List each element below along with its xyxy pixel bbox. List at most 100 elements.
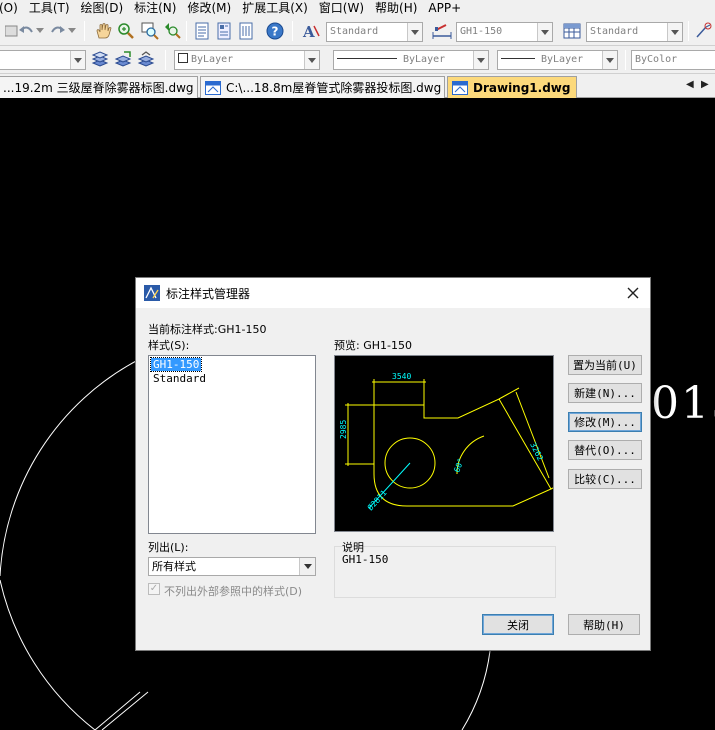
undo-icon[interactable] <box>16 21 36 41</box>
help-button[interactable]: 帮助(H) <box>568 614 640 635</box>
exclude-xref-styles-label: 不列出外部参照中的样式(D) <box>164 585 303 598</box>
design-center-icon[interactable] <box>214 21 234 41</box>
layer-properties-icon[interactable] <box>90 50 110 70</box>
dim-style-icon[interactable] <box>432 21 452 41</box>
preview-dim-angle: 60° <box>452 457 465 474</box>
chevron-down-icon <box>70 51 85 69</box>
menu-item-window[interactable]: 窗口(W) <box>315 0 368 17</box>
multileader-style-icon[interactable] <box>693 21 713 41</box>
menu-item-extension-tools[interactable]: 扩展工具(X) <box>238 0 312 17</box>
dimension-style-manager-dialog: 标注样式管理器 当前标注样式:GH1-150 样式(S): GH1-150 St… <box>135 277 651 651</box>
dim-style-value: GH1-150 <box>460 26 503 37</box>
layer-select[interactable] <box>0 50 86 70</box>
set-current-button[interactable]: 置为当前(U) <box>568 355 642 375</box>
list-filter-label: 列出(L): <box>148 541 189 554</box>
lineweight-preview-icon <box>501 58 535 59</box>
linetype-control-value: ByLayer <box>403 54 446 65</box>
layer-state-icon[interactable] <box>113 50 133 70</box>
tool-palettes-icon[interactable] <box>236 21 256 41</box>
linetype-preview-icon <box>337 58 397 59</box>
canvas-text-fragment: 015 <box>651 378 715 429</box>
preview-drawing: 3540 2985 3262 60° Ø2811 <box>339 372 572 512</box>
lineweight-control-select[interactable]: ByLayer <box>497 50 618 70</box>
dim-style-select[interactable]: GH1-150 <box>456 22 553 42</box>
dim-style-app-icon <box>144 285 160 301</box>
tab-scroll-left-icon[interactable]: ◀ <box>686 79 694 90</box>
help-icon[interactable]: ? <box>264 20 286 42</box>
toolbar-separator <box>688 21 689 41</box>
menu-item-help[interactable]: 帮助(H) <box>371 0 421 17</box>
tab-file-2[interactable]: C:\...18.8m屋脊管式除雾器投标图.dwg <box>200 76 445 98</box>
layer-previous-icon[interactable] <box>136 50 156 70</box>
preview-label: 预览: GH1-150 <box>334 339 412 352</box>
plot-style-select[interactable]: ByColor <box>631 50 715 70</box>
redo-icon[interactable] <box>48 21 68 41</box>
zoom-realtime-icon[interactable] <box>116 21 136 41</box>
properties-icon[interactable] <box>192 21 212 41</box>
chevron-down-icon <box>407 23 422 41</box>
table-style-icon[interactable] <box>562 21 582 41</box>
table-style-select[interactable]: Standard <box>586 22 683 42</box>
color-control-value: ByLayer <box>191 54 234 65</box>
list-filter-select[interactable]: 所有样式 <box>148 557 316 576</box>
zoom-previous-icon[interactable] <box>163 21 183 41</box>
svg-text:?: ? <box>272 25 279 39</box>
chevron-down-icon <box>667 23 682 41</box>
current-style-label: 当前标注样式:GH1-150 <box>148 323 267 336</box>
dialog-title-bar[interactable]: 标注样式管理器 <box>136 278 650 308</box>
close-icon[interactable] <box>624 284 642 302</box>
toolbar-separator <box>165 50 166 70</box>
redo-dropdown-icon[interactable] <box>67 21 77 41</box>
dwg-file-icon <box>452 80 468 95</box>
modify-button[interactable]: 修改(M)... <box>568 412 642 432</box>
chevron-down-icon <box>299 558 315 575</box>
layers-toolbar: ByLayer ByLayer ByLayer ByColor <box>0 46 715 74</box>
styles-list[interactable]: GH1-150 Standard <box>148 355 316 534</box>
color-control-select[interactable]: ByLayer <box>174 50 320 70</box>
tab-file-3-active[interactable]: Drawing1.dwg <box>447 76 577 98</box>
text-style-select[interactable]: Standard <box>326 22 423 42</box>
color-swatch-icon <box>178 53 188 63</box>
toolbar-separator <box>186 21 187 41</box>
dwg-file-icon <box>205 80 221 95</box>
list-filter-value: 所有样式 <box>152 560 196 573</box>
list-item-gh1-150[interactable]: GH1-150 <box>149 357 203 372</box>
text-style-icon[interactable]: A <box>301 21 321 41</box>
menu-item-draw[interactable]: 绘图(D) <box>77 0 128 17</box>
override-button[interactable]: 替代(O)... <box>568 440 642 460</box>
chevron-down-icon <box>304 51 319 69</box>
zoom-window-icon[interactable] <box>140 21 160 41</box>
pan-hand-icon[interactable] <box>93 21 113 41</box>
close-button[interactable]: 关闭 <box>482 614 554 635</box>
tab-file-1[interactable]: ...19.2m 三级屋脊除雾器标图.dwg <box>0 76 198 98</box>
svg-text:A: A <box>302 23 315 40</box>
preview-dim-top: 3540 <box>392 372 411 381</box>
compare-button[interactable]: 比较(C)... <box>568 469 642 489</box>
linetype-control-select[interactable]: ByLayer <box>333 50 489 70</box>
style-preview-pane: 3540 2985 3262 60° Ø2811 <box>334 355 572 532</box>
exclude-xref-styles-checkbox[interactable]: ✓ <box>148 583 160 595</box>
tab-scroll-right-icon[interactable]: ▶ <box>701 79 709 90</box>
chevron-down-icon <box>602 51 617 69</box>
menu-item-app-plus[interactable]: APP+ <box>424 0 465 17</box>
menu-item-modify[interactable]: 修改(M) <box>183 0 235 17</box>
tab-label: Drawing1.dwg <box>473 80 571 95</box>
new-button[interactable]: 新建(N)... <box>568 383 642 403</box>
styles-label: 样式(S): <box>148 339 190 352</box>
dialog-title: 标注样式管理器 <box>166 286 251 301</box>
preview-dim-left: 2985 <box>339 420 348 439</box>
preview-dim-right: 3262 <box>528 441 545 462</box>
lineweight-control-value: ByLayer <box>541 54 584 65</box>
menu-item-dimension[interactable]: 标注(N) <box>130 0 180 17</box>
toolbar-separator <box>292 21 293 41</box>
undo-dropdown-icon[interactable] <box>35 21 45 41</box>
menu-item-tools[interactable]: 工具(T) <box>25 0 74 17</box>
menu-item-format[interactable]: (O) <box>0 0 22 17</box>
list-item-standard[interactable]: Standard <box>151 372 208 385</box>
chevron-down-icon <box>537 23 552 41</box>
chevron-down-icon <box>473 51 488 69</box>
tab-label: C:\...18.8m屋脊管式除雾器投标图.dwg <box>226 81 442 95</box>
toolbar-separator <box>625 50 626 70</box>
table-style-value: Standard <box>590 26 639 37</box>
description-text: GH1-150 <box>342 553 389 566</box>
